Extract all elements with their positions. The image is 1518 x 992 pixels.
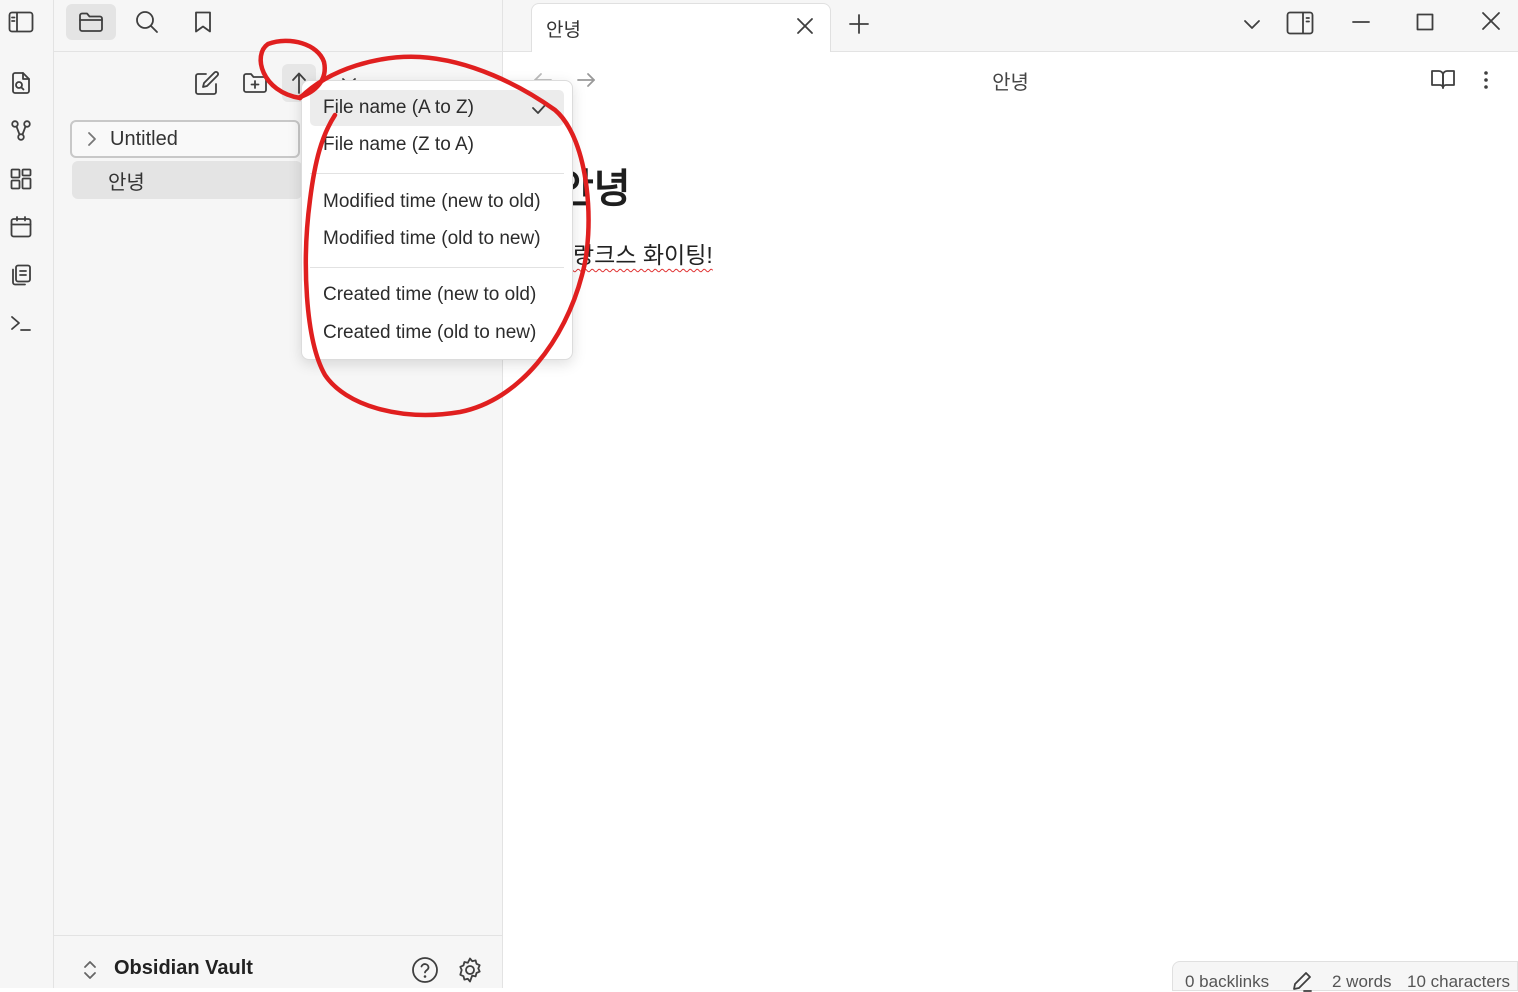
tab-hello[interactable]: 안녕	[531, 3, 831, 52]
word-count: 2 words	[1332, 972, 1392, 991]
tree-folder-label: Untitled	[110, 127, 178, 150]
menu-item-modified-old-to-new[interactable]: Modified time (old to new)	[310, 221, 564, 257]
editor-pane[interactable]: 안녕 랑크스 화이팅!	[503, 106, 1518, 936]
menu-separator	[310, 173, 564, 174]
vault-name[interactable]: Obsidian Vault	[114, 957, 253, 980]
close-icon	[797, 18, 813, 34]
menu-separator	[310, 267, 564, 268]
canvas-button[interactable]	[8, 166, 34, 192]
pencil-icon	[1293, 972, 1312, 992]
tab-file-explorer[interactable]	[66, 4, 116, 40]
close-window-button[interactable]	[1479, 9, 1503, 33]
menu-item-label: Created time (new to old)	[323, 284, 537, 305]
tab-strip: 안녕	[503, 0, 1518, 52]
new-folder-button[interactable]	[238, 64, 272, 102]
vault-switcher-button[interactable]	[78, 958, 102, 982]
more-vertical-icon	[1484, 71, 1488, 89]
more-options-button[interactable]	[1482, 68, 1490, 92]
graph-view-icon	[11, 120, 31, 141]
minimize-icon	[1352, 21, 1370, 23]
sidebar-toggle-icon	[8, 11, 34, 33]
sort-order-menu: File name (A to Z) File name (Z to A) Mo…	[301, 80, 573, 360]
menu-item-created-old-to-new[interactable]: Created time (old to new)	[310, 315, 564, 351]
tree-file-hello[interactable]: 안녕	[72, 161, 302, 199]
close-icon	[1482, 12, 1500, 30]
note-body-text[interactable]: 랑크스 화이팅!	[573, 236, 713, 270]
bookmark-icon	[195, 11, 211, 33]
chevron-down-icon	[1244, 20, 1260, 29]
folder-icon	[79, 12, 103, 32]
new-note-icon	[195, 71, 219, 95]
tab-title: 안녕	[546, 20, 581, 41]
menu-item-label: Modified time (old to new)	[323, 228, 541, 249]
status-bar: 0 backlinks 2 words 10 characters	[1172, 961, 1518, 992]
help-button[interactable]	[411, 956, 439, 984]
settings-button[interactable]	[456, 956, 484, 984]
menu-item-modified-new-to-old[interactable]: Modified time (new to old)	[310, 184, 564, 220]
sidebar-tab-strip	[54, 0, 502, 52]
menu-item-label: File name (Z to A)	[323, 134, 474, 155]
book-open-icon	[1431, 70, 1455, 89]
gear-icon	[459, 957, 481, 983]
command-palette-button[interactable]	[8, 310, 34, 336]
toggle-right-sidebar-button[interactable]	[1286, 10, 1314, 36]
daily-note-calendar-icon	[10, 216, 32, 238]
new-folder-icon	[243, 73, 267, 93]
tree-file-label: 안녕	[108, 171, 145, 194]
tab-bookmarks[interactable]	[178, 4, 228, 40]
new-tab-button[interactable]	[847, 12, 871, 36]
vault-switcher-bar: Obsidian Vault	[54, 935, 502, 989]
command-palette-icon	[11, 316, 31, 331]
chevrons-up-down-icon	[84, 961, 96, 979]
new-note-button[interactable]	[190, 64, 224, 102]
menu-item-file-name-a-to-z[interactable]: File name (A to Z)	[310, 90, 564, 126]
templates-icon	[12, 264, 31, 286]
templates-button[interactable]	[8, 262, 34, 288]
menu-item-file-name-z-to-a[interactable]: File name (Z to A)	[310, 127, 564, 163]
search-icon	[136, 11, 158, 33]
tab-list-button[interactable]	[1240, 12, 1264, 36]
editing-mode-indicator[interactable]	[1291, 970, 1313, 992]
view-title[interactable]: 안녕	[503, 66, 1518, 95]
right-sidebar-icon	[1286, 11, 1314, 35]
daily-note-button[interactable]	[8, 214, 34, 240]
reading-view-button[interactable]	[1430, 66, 1456, 92]
maximize-icon	[1416, 13, 1434, 31]
canvas-icon	[10, 168, 32, 190]
chevron-right-icon	[88, 132, 96, 146]
character-count: 10 characters	[1407, 972, 1510, 991]
open-quick-switcher-icon	[12, 72, 30, 94]
menu-item-label: Created time (old to new)	[323, 322, 537, 343]
close-tab-button[interactable]	[794, 15, 816, 37]
backlinks-count[interactable]: 0 backlinks	[1185, 972, 1269, 992]
tree-folder-untitled[interactable]: Untitled	[70, 120, 300, 158]
plus-icon	[849, 14, 869, 34]
menu-item-label: File name (A to Z)	[323, 97, 474, 118]
checkmark-icon	[532, 102, 548, 114]
view-header: 안녕	[503, 52, 1518, 106]
menu-item-label: Modified time (new to old)	[323, 191, 541, 212]
toggle-left-sidebar-button[interactable]	[8, 9, 34, 35]
left-ribbon	[0, 0, 54, 988]
open-quick-switcher-button[interactable]	[8, 70, 34, 96]
tab-search[interactable]	[122, 4, 172, 40]
help-icon	[412, 957, 438, 983]
menu-item-created-new-to-old[interactable]: Created time (new to old)	[310, 277, 564, 313]
graph-view-button[interactable]	[8, 118, 34, 144]
minimize-window-button[interactable]	[1349, 10, 1373, 34]
maximize-window-button[interactable]	[1413, 10, 1437, 34]
